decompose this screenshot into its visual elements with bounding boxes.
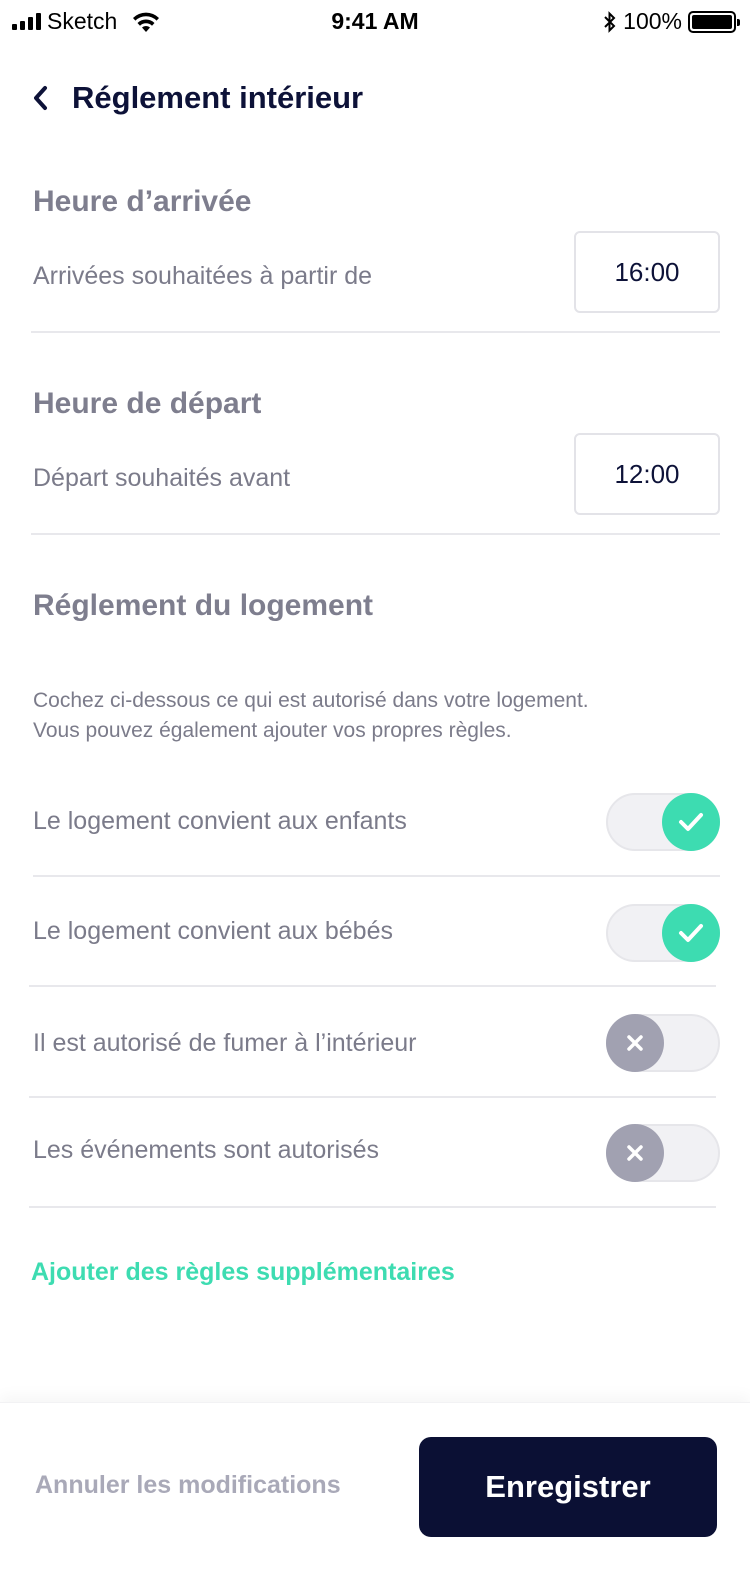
divider	[29, 985, 716, 987]
toggle-knob-on	[662, 793, 720, 851]
divider	[31, 533, 720, 535]
rule-label-babies: Le logement convient aux bébés	[33, 917, 393, 945]
divider	[29, 1096, 716, 1098]
rule-label-children: Le logement convient aux enfants	[33, 807, 407, 835]
back-chevron-icon[interactable]	[32, 83, 54, 113]
toggle-knob-off	[606, 1014, 664, 1072]
check-icon	[679, 924, 703, 942]
battery-percentage: 100%	[623, 8, 682, 34]
cancel-changes-button[interactable]: Annuler les modifications	[35, 1471, 341, 1500]
divider	[29, 1206, 716, 1208]
rules-section-title: Réglement du logement	[33, 589, 374, 622]
save-button[interactable]: Enregistrer	[419, 1437, 717, 1537]
check-icon	[679, 813, 703, 831]
divider	[33, 875, 720, 877]
rules-description: Cochez ci-dessous ce qui est autorisé da…	[33, 686, 723, 746]
close-icon	[627, 1035, 643, 1051]
rule-label-smoking: Il est autorisé de fumer à l’intérieur	[33, 1029, 417, 1057]
divider	[31, 331, 720, 333]
footer-bar: Annuler les modifications Enregistrer	[0, 1402, 750, 1570]
arrival-label: Arrivées souhaitées à partir de	[33, 262, 373, 290]
toggle-smoking[interactable]	[606, 1014, 720, 1072]
page-title: Réglement intérieur	[72, 80, 364, 115]
page-header: Réglement intérieur	[32, 80, 363, 116]
bluetooth-icon	[604, 10, 616, 33]
status-bar: Sketch 9:41 AM 100%	[0, 0, 750, 40]
toggle-events[interactable]	[606, 1124, 720, 1182]
toggle-knob-off	[606, 1124, 664, 1182]
departure-time-field[interactable]: 12:00	[574, 433, 720, 515]
add-rules-link[interactable]: Ajouter des règles supplémentaires	[31, 1258, 455, 1287]
departure-label: Départ souhaités avant	[33, 464, 291, 492]
close-icon	[627, 1145, 643, 1161]
arrival-time-field[interactable]: 16:00	[574, 231, 720, 313]
arrival-section-title: Heure d’arrivée	[33, 185, 252, 218]
battery-icon	[688, 10, 740, 33]
toggle-babies[interactable]	[606, 904, 720, 962]
toggle-knob-on	[662, 904, 720, 962]
toggle-children[interactable]	[606, 793, 720, 851]
rule-label-events: Les événements sont autorisés	[33, 1136, 380, 1164]
departure-section-title: Heure de départ	[33, 387, 262, 420]
status-right: 100%	[603, 8, 740, 35]
rules-description-line1: Cochez ci-dessous ce qui est autorisé da…	[33, 689, 589, 712]
rules-description-line2: Vous pouvez également ajouter vos propre…	[33, 719, 512, 742]
